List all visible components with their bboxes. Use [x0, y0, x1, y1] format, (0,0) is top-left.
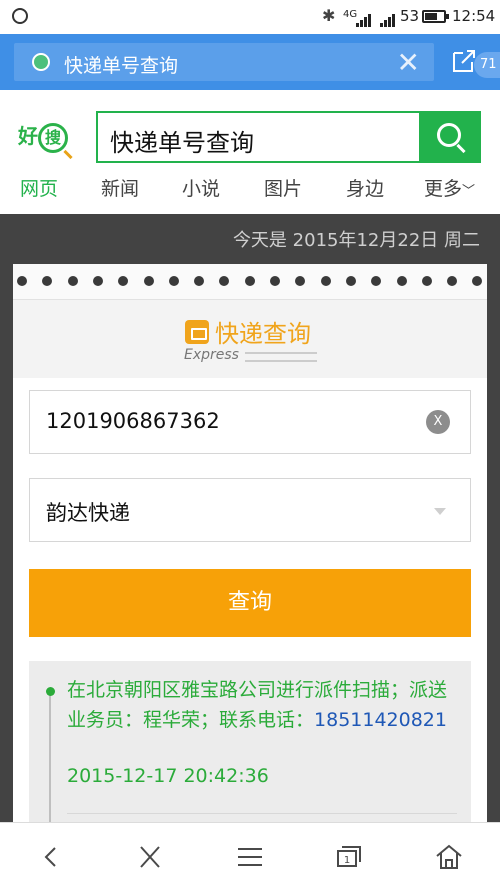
notebook-hole: [143, 276, 154, 286]
battery-icon: [422, 10, 449, 23]
query-button[interactable]: 查询: [29, 569, 471, 637]
query-form: 1201906867362 X 韵达快递 查询 在北京朝阳区雅宝路公司进行派件扫…: [13, 378, 487, 822]
chevron-down-icon: ﹀: [462, 184, 476, 199]
bluetooth-icon: ✱: [322, 6, 336, 25]
notification-icon: [12, 8, 28, 24]
brand-subtitle: Express: [184, 347, 239, 363]
tab-count-badge[interactable]: 71: [474, 52, 500, 78]
network-type: 4G: [343, 9, 358, 20]
globe-icon: [32, 53, 50, 71]
tab-novel[interactable]: 小说: [182, 174, 220, 201]
result-divider: [67, 813, 457, 814]
notebook-hole: [118, 276, 129, 286]
status-bar: ✱ 4G 53 12:54: [0, 0, 500, 34]
tab-nearby[interactable]: 身边: [346, 174, 384, 201]
tab-images[interactable]: 图片: [264, 174, 302, 201]
date-text: 今天是 2015年12月22日 周二: [232, 230, 480, 251]
notebook-hole: [17, 276, 27, 286]
notebook-hole: [168, 276, 179, 286]
brand-title: 快递查询: [215, 320, 311, 348]
menu-icon[interactable]: [235, 843, 265, 871]
express-icon: [185, 320, 209, 344]
close-icon[interactable]: ✕: [397, 46, 420, 79]
tab-more-label: 更多: [424, 178, 463, 200]
courier-company-value: 韵达快递: [46, 501, 130, 525]
clock: 12:54: [452, 7, 496, 25]
brand-decor-lines: [245, 352, 317, 362]
timeline-dot: [46, 687, 55, 696]
notebook-hole: [421, 276, 432, 286]
result-time: 2015-12-17 20:42:36: [67, 765, 269, 787]
notebook-hole: [194, 276, 205, 286]
notebook-hole: [92, 276, 103, 286]
haosou-logo[interactable]: 好搜: [18, 120, 68, 153]
express-query-card: 快递查询 Express 1201906867362 X 韵达快递 查询 在北京…: [13, 264, 487, 822]
home-icon[interactable]: [434, 843, 464, 871]
notebook-hole: [295, 276, 306, 286]
battery-level: 53: [400, 7, 420, 25]
tracking-number-input[interactable]: 1201906867362: [29, 390, 471, 454]
close-page-icon[interactable]: [135, 843, 165, 871]
signal-icon: [356, 9, 372, 27]
logo-text-b: 搜: [38, 123, 68, 153]
search-input[interactable]: 快递单号查询: [96, 111, 420, 163]
browser-toolbar: 1: [0, 822, 500, 889]
url-title: 快递单号查询: [64, 55, 179, 77]
browser-address-bar: 快递单号查询 ✕ 71: [0, 34, 500, 90]
courier-company-select[interactable]: 韵达快递: [29, 478, 471, 542]
tab-web[interactable]: 网页: [20, 174, 58, 201]
dropdown-arrow-icon: [434, 508, 446, 515]
express-brand: 快递查询 Express: [13, 300, 487, 378]
notebook-hole: [396, 276, 407, 286]
notebook-hole: [244, 276, 255, 286]
search-nav-tabs: 网页 新闻 小说 图片 身边 更多﹀: [0, 174, 500, 210]
timeline-line: [49, 691, 51, 822]
url-field[interactable]: 快递单号查询 ✕: [14, 43, 434, 81]
notebook-hole: [270, 276, 280, 286]
notebook-hole: [320, 276, 331, 286]
notebook-hole: [42, 276, 53, 286]
clear-input-button[interactable]: X: [426, 410, 450, 434]
svg-text:1: 1: [344, 855, 350, 866]
back-icon[interactable]: [36, 843, 66, 871]
search-icon: [437, 123, 461, 147]
main-content: 今天是 2015年12月22日 周二 快递查询 Express 12019068…: [0, 214, 500, 822]
courier-phone[interactable]: 18511420821: [314, 709, 447, 731]
notebook-hole: [219, 276, 230, 286]
signal-icon-2: [380, 9, 396, 27]
logo-text-a: 好: [18, 124, 38, 148]
tab-news[interactable]: 新闻: [101, 174, 139, 201]
search-button[interactable]: [419, 111, 481, 163]
notebook-hole: [447, 276, 458, 286]
tracking-result: 在北京朝阳区雅宝路公司进行派件扫描；派送业务员：程华荣；联系电话：1851142…: [29, 661, 471, 822]
search-header: 好搜 快递单号查询 网页 新闻 小说 图片 身边 更多﹀: [0, 90, 500, 214]
notebook-hole: [345, 276, 356, 286]
notebook-hole: [67, 276, 78, 286]
result-description: 在北京朝阳区雅宝路公司进行派件扫描；派送业务员：程华荣；联系电话：1851142…: [67, 675, 463, 735]
notebook-hole: [371, 276, 382, 286]
notebook-holes: [13, 264, 487, 300]
notebook-hole: [472, 276, 483, 286]
tab-more[interactable]: 更多﹀: [424, 174, 475, 201]
tabs-icon[interactable]: 1: [334, 843, 364, 871]
